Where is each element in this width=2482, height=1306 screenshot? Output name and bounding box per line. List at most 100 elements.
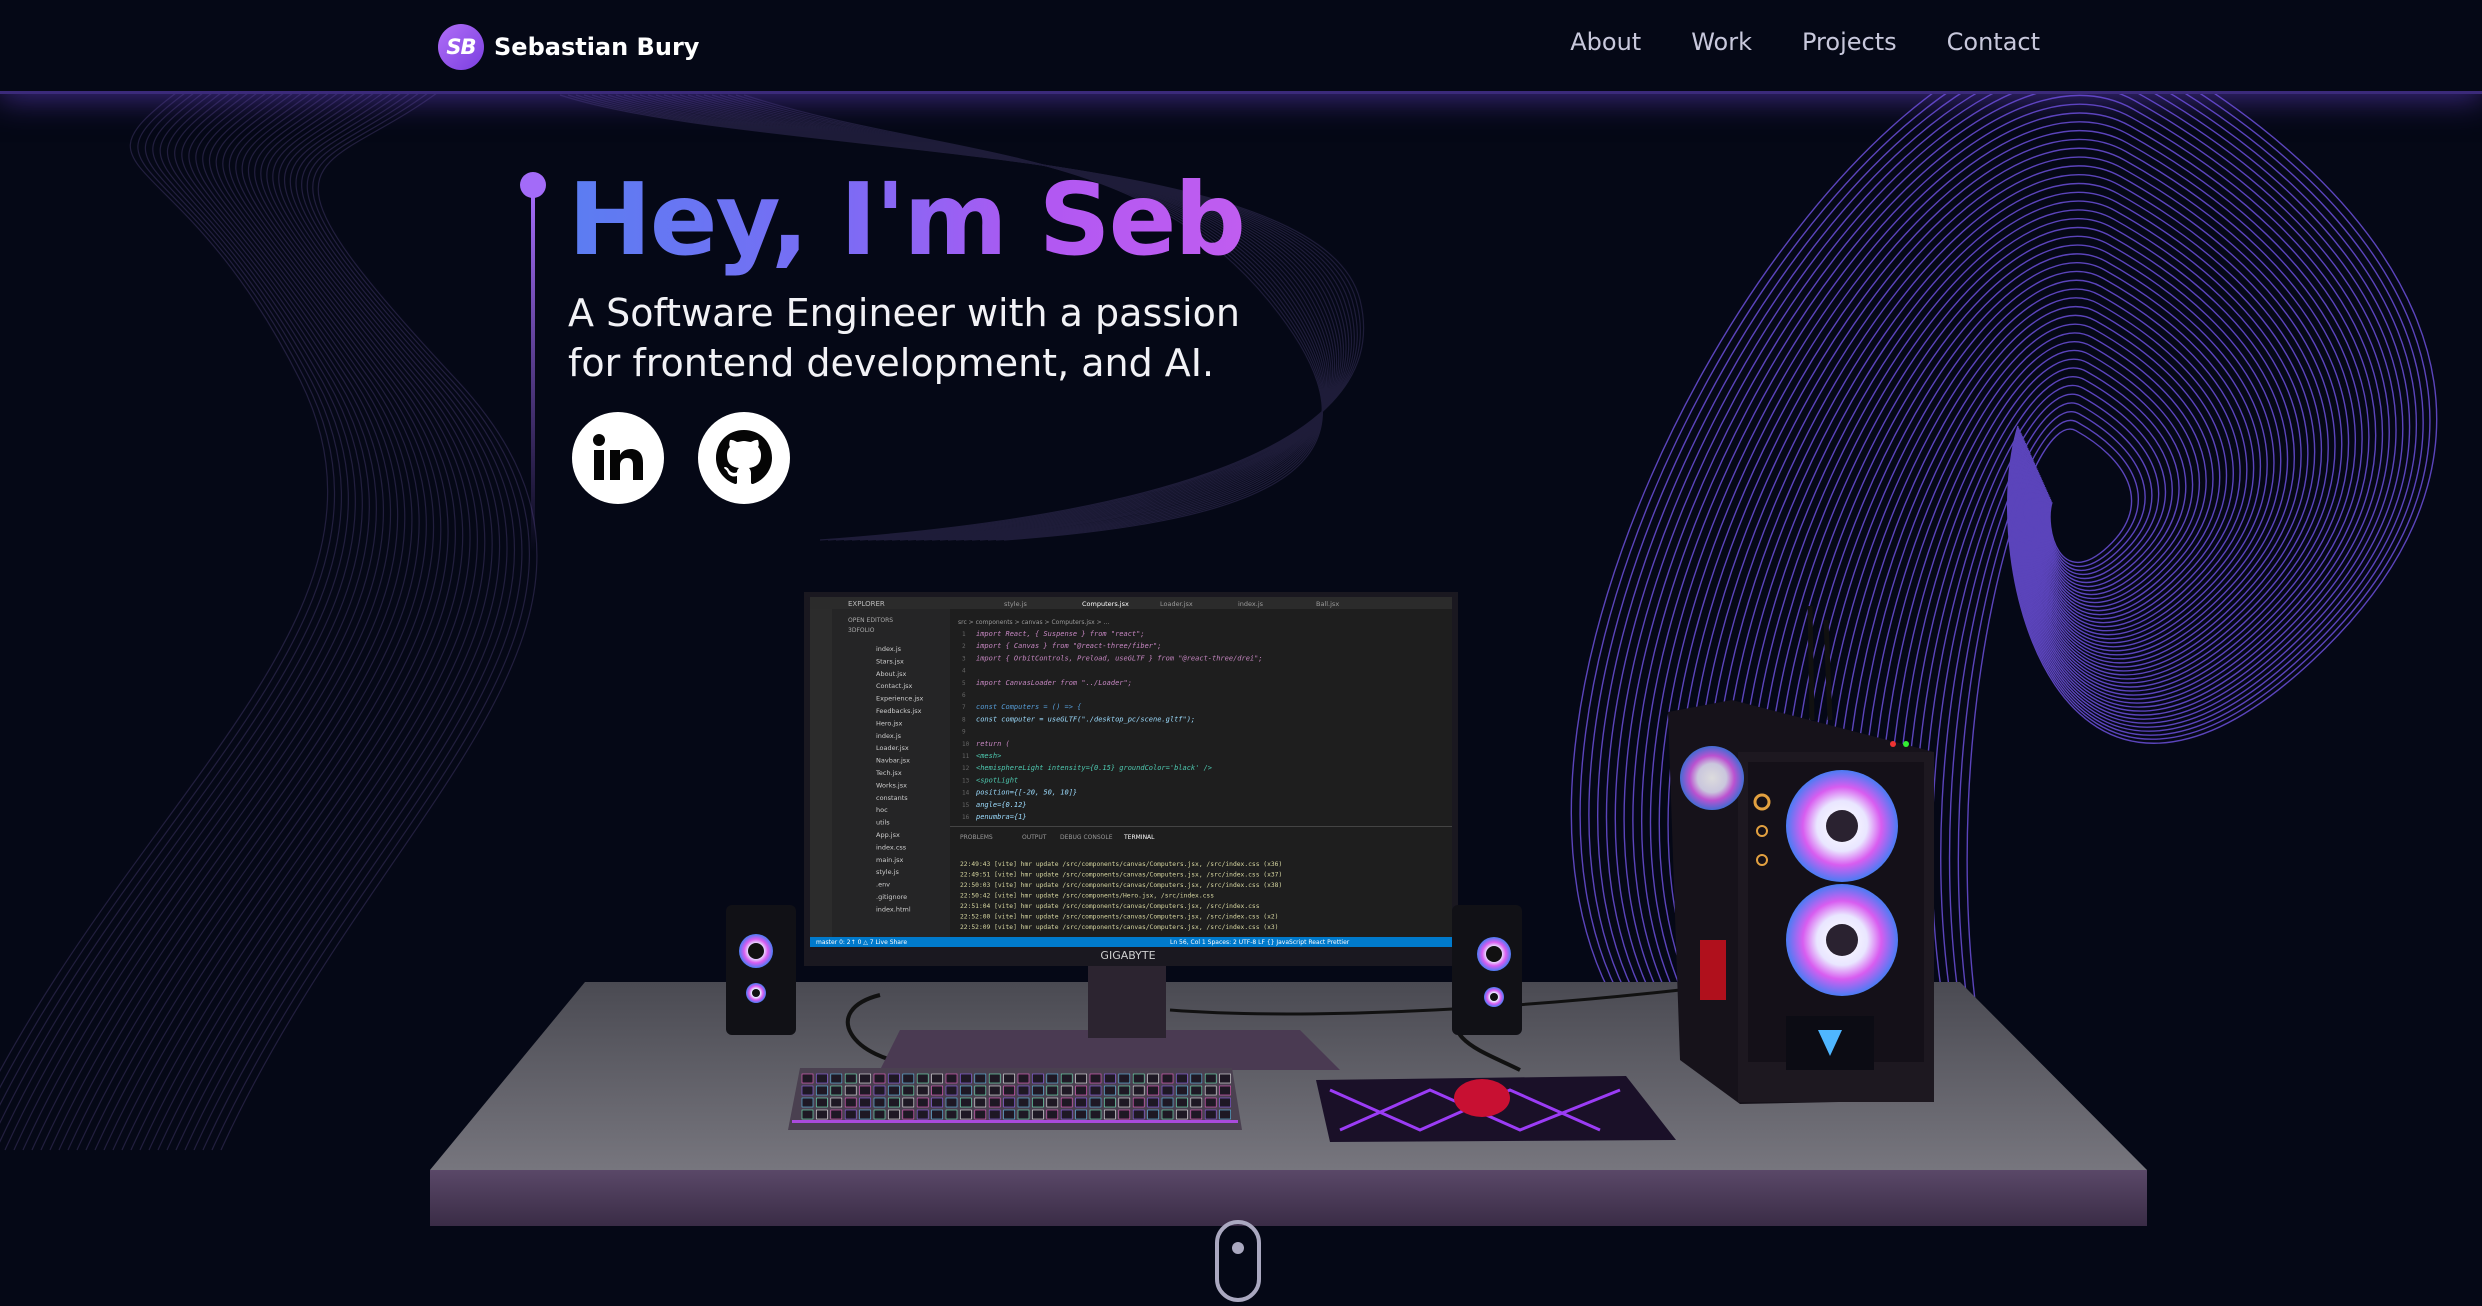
nav-link-work[interactable]: Work [1691, 28, 1752, 56]
logo-link[interactable]: SB Sebastian Bury [438, 24, 699, 70]
speaker-right [1452, 905, 1522, 1035]
line-number: 6 [962, 692, 966, 699]
github-icon [716, 430, 772, 484]
line-number: 13 [962, 777, 970, 784]
line-number: 15 [962, 802, 970, 809]
code-line: import React, { Suspense } from "react"; [976, 630, 1145, 638]
panel-tab[interactable]: PROBLEMS [960, 834, 993, 841]
navbar: SB Sebastian Bury About Work Projects Co… [0, 0, 2482, 94]
hero-subtitle: A Software Engineer with a passion for f… [568, 288, 1288, 388]
github-button[interactable] [698, 412, 790, 504]
line-number: 3 [962, 655, 966, 662]
editor-tab[interactable]: Ball.jsx [1316, 600, 1339, 608]
editor-tab[interactable]: Loader.jsx [1160, 600, 1193, 608]
file-item[interactable]: .env [876, 881, 890, 889]
file-item[interactable]: main.jsx [876, 856, 903, 864]
hero-subtitle-line2: for frontend development, and AI. [568, 341, 1215, 385]
line-number: 11 [962, 753, 970, 760]
file-item[interactable]: index.js [876, 645, 902, 653]
editor-status-left: master 0: 2↑ 0 △ 7 Live Share [816, 939, 907, 946]
desk-front [430, 1170, 2147, 1226]
file-item[interactable]: Hero.jsx [876, 719, 903, 727]
file-item[interactable]: Tech.jsx [875, 769, 902, 777]
terminal-line: 22:50:03 [vite] hmr update /src/componen… [960, 882, 1282, 889]
logo-name: Sebastian Bury [494, 33, 700, 61]
file-item[interactable]: Feedbacks.jsx [876, 707, 922, 715]
file-item[interactable]: Navbar.jsx [876, 757, 910, 765]
code-line: <spotLight [976, 776, 1018, 784]
hero-title: Hey, I'm Seb [568, 161, 1246, 278]
hero-accent-bar [531, 196, 535, 552]
file-item[interactable]: Works.jsx [876, 781, 907, 789]
file-item[interactable]: index.js [876, 732, 902, 740]
file-item[interactable]: index.html [876, 905, 911, 913]
nav-links: About Work Projects Contact [1570, 28, 2040, 56]
hero-accent-dot [520, 172, 546, 198]
scroll-down-button[interactable] [1215, 1220, 1261, 1302]
file-item[interactable]: .gitignore [876, 893, 907, 901]
panel-tab[interactable]: DEBUG CONSOLE [1060, 834, 1113, 841]
line-number: 10 [962, 741, 970, 748]
code-line: <hemisphereLight intensity={0.15} ground… [976, 764, 1212, 772]
line-number: 12 [962, 765, 970, 772]
file-item[interactable]: Experience.jsx [876, 695, 924, 703]
terminal-line: 22:49:51 [vite] hmr update /src/componen… [960, 872, 1282, 879]
editor-project-name: 3DFOLIO [848, 627, 875, 634]
linkedin-button[interactable] [572, 412, 664, 504]
code-line: position={[-20, 50, 10]} [976, 789, 1077, 797]
code-line: const computer = useGLTF("./desktop_pc/s… [976, 715, 1195, 723]
terminal-line: 22:49:43 [vite] hmr update /src/componen… [960, 861, 1282, 868]
editor-tab[interactable]: Computers.jsx [1082, 600, 1129, 608]
file-item[interactable]: Stars.jsx [876, 657, 904, 665]
keyboard [788, 1068, 1242, 1130]
mouse-scroll-icon [1232, 1242, 1244, 1254]
line-number: 4 [962, 668, 966, 675]
code-line: penumbra={1} [976, 813, 1027, 821]
mouse [1454, 1079, 1510, 1117]
editor-breadcrumb: src > components > canvas > Computers.js… [958, 619, 1109, 626]
line-number: 8 [962, 716, 966, 723]
code-line: import { Canvas } from "@react-three/fib… [976, 642, 1161, 650]
editor-open-editors: OPEN EDITORS [848, 617, 893, 624]
editor-sidebar-title: EXPLORER [848, 600, 885, 608]
code-line: <mesh> [976, 752, 1001, 760]
line-number: 2 [962, 643, 966, 650]
logo-icon: SB [438, 24, 484, 70]
line-number: 16 [962, 814, 970, 821]
hero-accent-line [520, 172, 546, 552]
file-item[interactable]: index.css [876, 843, 907, 851]
file-item[interactable]: utils [876, 819, 890, 827]
panel-tab[interactable]: OUTPUT [1022, 834, 1047, 841]
code-line: import { OrbitControls, Preload, useGLTF… [976, 654, 1263, 662]
file-item[interactable]: hoc [876, 806, 888, 814]
terminal-line: 22:50:42 [vite] hmr update /src/componen… [960, 893, 1214, 900]
panel-tab[interactable]: TERMINAL [1123, 834, 1155, 841]
file-item[interactable]: App.jsx [876, 831, 900, 839]
speaker-left [726, 905, 796, 1035]
terminal-line: 22:52:00 [vite] hmr update /src/componen… [960, 914, 1278, 921]
nav-link-about[interactable]: About [1570, 28, 1641, 56]
monitor-brand: GIGABYTE [1100, 949, 1155, 962]
pc-tower [1668, 605, 1934, 1104]
terminal-line: 22:51:04 [vite] hmr update /src/componen… [960, 903, 1260, 910]
editor-tab[interactable]: index.js [1238, 600, 1264, 608]
monitor-stand-neck [1088, 960, 1166, 1038]
editor-status-right: Ln 56, Col 1 Spaces: 2 UTF-8 LF {} JavaS… [1170, 939, 1350, 946]
nav-link-projects[interactable]: Projects [1802, 28, 1897, 56]
line-number: 1 [962, 631, 966, 638]
file-item[interactable]: style.js [876, 868, 899, 876]
line-number: 5 [962, 680, 966, 687]
file-item[interactable]: Contact.jsx [876, 682, 913, 690]
line-number: 7 [962, 704, 966, 711]
code-line: angle={0.12} [976, 801, 1027, 809]
code-line: import CanvasLoader from "../Loader"; [976, 679, 1132, 687]
linkedin-icon [593, 434, 643, 480]
editor-tab[interactable]: style.js [1004, 600, 1027, 608]
file-item[interactable]: constants [876, 794, 908, 802]
nav-link-contact[interactable]: Contact [1947, 28, 2040, 56]
desk-scene: GIGABYTE EXPLORER OPEN EDITORS 3DFOLIO i… [430, 592, 2147, 1226]
line-number: 9 [962, 729, 966, 736]
file-item[interactable]: Loader.jsx [876, 744, 909, 752]
file-item[interactable]: About.jsx [876, 670, 906, 678]
code-line: const Computers = () => { [976, 703, 1082, 711]
